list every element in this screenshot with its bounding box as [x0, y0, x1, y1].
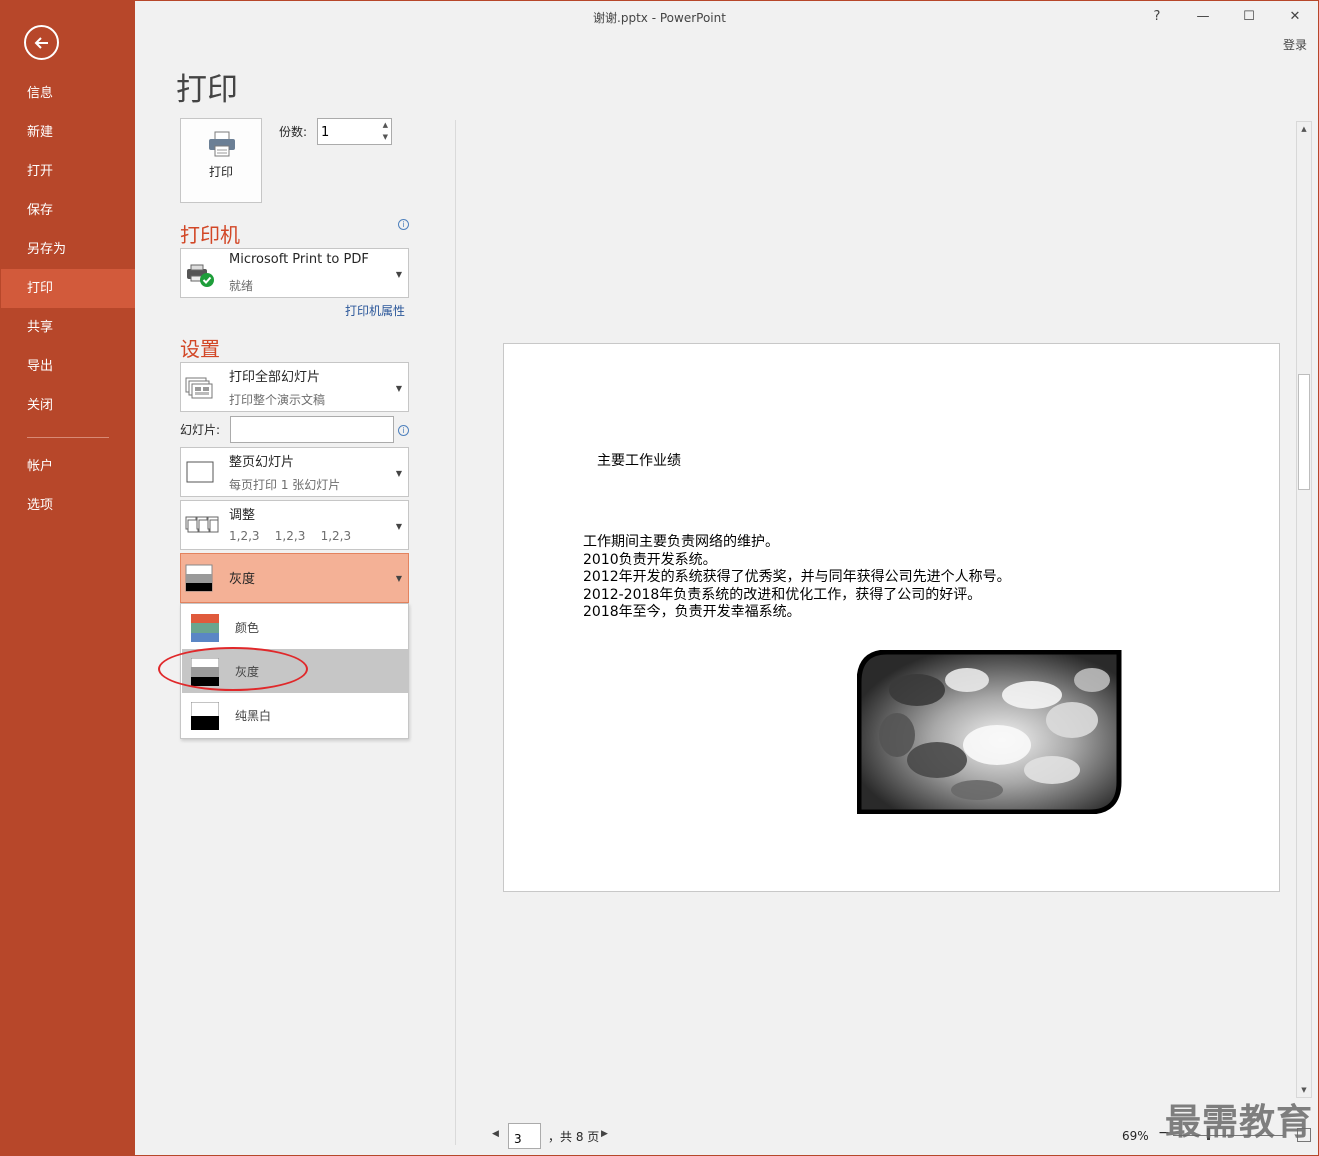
nav-save-as[interactable]: 另存为	[0, 230, 135, 269]
printer-info-icon[interactable]: i	[398, 219, 409, 230]
preview-scrollbar[interactable]: ▲ ▼	[1296, 121, 1312, 1098]
full-page-slide-icon	[186, 461, 214, 483]
settings-heading: 设置	[180, 337, 220, 361]
slides-label: 幻灯片:	[180, 423, 221, 437]
black-white-icon	[191, 702, 219, 730]
color-selected-label: 灰度	[229, 572, 256, 587]
color-dropdown[interactable]: 灰度 ▼	[180, 553, 409, 603]
printer-name: Microsoft Print to PDF	[229, 252, 369, 267]
previous-page-icon[interactable]: ◀	[492, 1129, 499, 1139]
watermark: 最需教育	[1165, 1102, 1314, 1143]
panel-divider	[455, 120, 456, 1145]
slide-preview: 主要工作业绩 工作期间主要负责网络的维护。 2010负责开发系统。 2012年开…	[503, 343, 1280, 892]
printer-properties-link[interactable]: 打印机属性	[345, 302, 405, 319]
nav-divider	[27, 437, 109, 438]
slides-info-icon[interactable]: i	[398, 425, 409, 436]
chevron-down-icon: ▼	[395, 574, 402, 583]
sign-in-link[interactable]: 登录	[1283, 36, 1307, 53]
slide-picture	[857, 650, 1122, 814]
close-button[interactable]: ✕	[1280, 6, 1310, 28]
nav-print[interactable]: 打印	[0, 269, 135, 308]
copies-up-icon[interactable]: ▲	[383, 121, 388, 129]
nav-options[interactable]: 选项	[0, 486, 135, 525]
print-range-dropdown[interactable]: 打印全部幻灯片 打印整个演示文稿 ▼	[180, 362, 409, 412]
chevron-down-icon: ▼	[395, 522, 402, 531]
maximize-button[interactable]: ☐	[1234, 6, 1264, 28]
color-option-label: 纯黑白	[235, 709, 272, 723]
slide-line: 2018年至今，负责开发幸福系统。	[583, 604, 801, 620]
backstage-sidebar: 信息 新建 打开 保存 另存为 打印 共享 导出 关闭 帐户 选项	[0, 0, 135, 1156]
slide-line: 2012-2018年负责系统的改进和优化工作，获得了公司的好评。	[583, 586, 982, 603]
scrollbar-thumb[interactable]	[1298, 374, 1310, 490]
color-option-label: 颜色	[235, 621, 260, 635]
back-button[interactable]	[24, 25, 59, 60]
color-options-menu: 颜色 灰度 纯黑白	[180, 603, 409, 739]
slide-line: 工作期间主要负责网络的维护。	[583, 534, 779, 550]
next-page-icon[interactable]: ▶	[601, 1129, 608, 1139]
chevron-down-icon: ▼	[395, 384, 402, 393]
nav-share[interactable]: 共享	[0, 308, 135, 347]
collate-title: 调整	[229, 508, 256, 523]
print-range-title: 打印全部幻灯片	[229, 370, 321, 385]
printer-ready-icon	[187, 264, 214, 287]
copies-label: 份数:	[279, 125, 308, 139]
printer-icon	[209, 131, 235, 157]
printer-heading: 打印机	[180, 223, 240, 247]
slide-title: 主要工作业绩	[597, 453, 681, 469]
print-button-label: 打印	[208, 165, 233, 179]
color-option-black-white[interactable]: 纯黑白	[182, 693, 408, 737]
nav-account[interactable]: 帐户	[0, 447, 135, 486]
layout-subtitle: 每页打印 1 张幻灯片	[229, 478, 341, 492]
color-option-color[interactable]: 颜色	[182, 605, 408, 649]
collate-icon	[185, 516, 219, 533]
help-button[interactable]: ?	[1142, 6, 1172, 28]
print-range-subtitle: 打印整个演示文稿	[229, 393, 326, 407]
copies-stepper[interactable]: ▲ ▼	[317, 118, 392, 145]
printer-status: 就绪	[229, 279, 254, 293]
slides-input[interactable]	[230, 416, 394, 443]
chevron-down-icon: ▼	[395, 469, 402, 478]
grayscale-icon	[191, 658, 219, 686]
copies-down-icon[interactable]: ▼	[383, 133, 388, 141]
arrow-left-icon	[34, 36, 48, 49]
zoom-level[interactable]: 69%	[1122, 1129, 1149, 1143]
color-option-grayscale[interactable]: 灰度	[182, 649, 408, 693]
layout-dropdown[interactable]: 整页幻灯片 每页打印 1 张幻灯片 ▼	[180, 447, 409, 497]
collate-subtitle: 1,2,3 1,2,3 1,2,3	[229, 529, 352, 543]
color-icon	[191, 614, 219, 642]
nav-open[interactable]: 打开	[0, 152, 135, 191]
window-title: 谢谢.pptx - PowerPoint	[593, 11, 726, 25]
nav-export[interactable]: 导出	[0, 347, 135, 386]
collate-dropdown[interactable]: 调整 1,2,3 1,2,3 1,2,3 ▼	[180, 500, 409, 550]
printer-dropdown[interactable]: Microsoft Print to PDF 就绪 ▼	[180, 248, 409, 298]
nav-info[interactable]: 信息	[0, 74, 135, 113]
color-option-label: 灰度	[235, 665, 260, 679]
nav-save[interactable]: 保存	[0, 191, 135, 230]
slide-body: 工作期间主要负责网络的维护。 2010负责开发系统。 2012年开发的系统获得了…	[583, 534, 1011, 622]
layout-title: 整页幻灯片	[229, 455, 295, 470]
print-button[interactable]: 打印	[180, 118, 262, 203]
chevron-down-icon: ▼	[395, 270, 402, 279]
copies-input[interactable]	[321, 123, 373, 141]
grayscale-icon	[185, 564, 213, 592]
page-total: ，共 8 页	[548, 1130, 600, 1144]
minimize-button[interactable]: —	[1188, 6, 1218, 28]
slides-stack-icon	[185, 377, 213, 399]
scroll-up-icon[interactable]: ▲	[1297, 122, 1311, 136]
slide-line: 2010负责开发系统。	[583, 551, 717, 568]
page-title: 打印	[176, 72, 238, 108]
page-number-input[interactable]	[508, 1123, 541, 1149]
nav-close[interactable]: 关闭	[0, 386, 135, 425]
slide-line: 2012年开发的系统获得了优秀奖，并与同年获得公司先进个人称号。	[583, 569, 1011, 585]
nav-new[interactable]: 新建	[0, 113, 135, 152]
